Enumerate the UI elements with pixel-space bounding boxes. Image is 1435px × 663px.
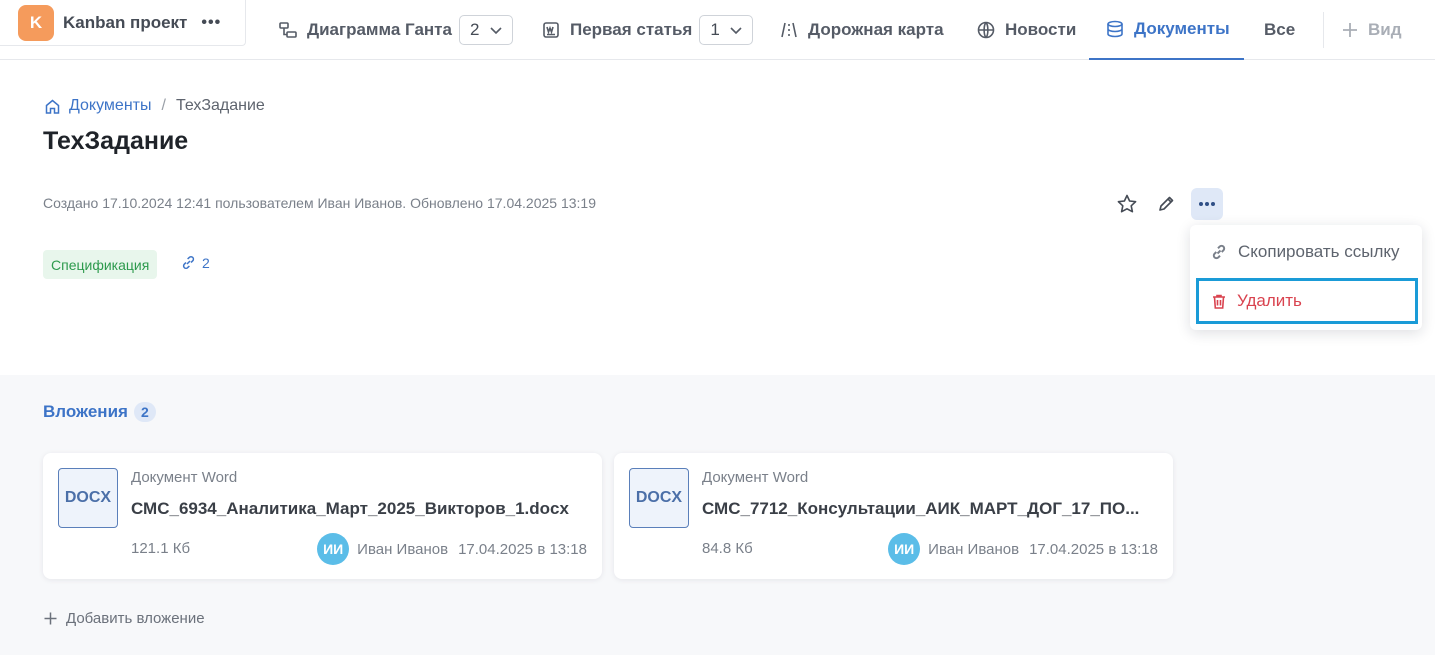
menu-item-label: Скопировать ссылку bbox=[1238, 242, 1400, 261]
docx-file-icon: DOCX bbox=[58, 468, 118, 528]
attachment-size: 121.1 Кб bbox=[131, 540, 191, 557]
attachments-header: Вложения 2 bbox=[43, 402, 156, 422]
tab-roadmap[interactable]: Дорожная карта bbox=[779, 0, 944, 60]
plus-icon bbox=[1343, 23, 1357, 37]
tab-label: Диаграмма Ганта bbox=[307, 20, 452, 39]
documents-icon bbox=[1107, 20, 1123, 38]
page-title: ТехЗадание bbox=[43, 127, 189, 155]
star-icon bbox=[1117, 194, 1137, 213]
tab-documents[interactable]: Документы bbox=[1089, 0, 1244, 60]
attachment-card[interactable]: DOCX Документ Word СМС_7712_Консультации… bbox=[614, 453, 1173, 579]
pencil-icon bbox=[1159, 196, 1174, 211]
uploader-name: Иван Иванов bbox=[928, 540, 1020, 558]
attachment-name[interactable]: СМС_7712_Консультации_АИК_МАРТ_ДОГ_17_ПО… bbox=[702, 499, 1160, 519]
attachment-type: Документ Word bbox=[131, 469, 238, 486]
attachment-type: Документ Word bbox=[702, 469, 809, 486]
uploader-name: Иван Иванов bbox=[357, 540, 449, 558]
attachment-size: 84.8 Кб bbox=[702, 540, 753, 557]
more-dots-icon bbox=[1199, 202, 1215, 206]
tab-label: Все bbox=[1264, 20, 1296, 39]
attachment-uploader: ИИ Иван Иванов 17.04.2025 в 13:18 bbox=[317, 533, 587, 565]
docx-file-icon: DOCX bbox=[629, 468, 689, 528]
breadcrumb-documents-link[interactable]: Документы bbox=[69, 97, 151, 115]
gantt-icon bbox=[279, 22, 297, 38]
home-icon bbox=[45, 99, 60, 114]
actions-dropdown: Скопировать ссылку Удалить bbox=[1190, 225, 1422, 330]
roadmap-icon bbox=[781, 22, 797, 38]
avatar: ИИ bbox=[888, 533, 921, 565]
add-attachment-label: Добавить вложение bbox=[66, 610, 205, 627]
tab-count: 2 bbox=[469, 20, 480, 39]
chevron-down-icon bbox=[730, 27, 742, 35]
more-actions-button[interactable] bbox=[1191, 188, 1223, 220]
document-meta: Создано 17.10.2024 12:41 пользователем И… bbox=[43, 195, 596, 211]
avatar: ИИ bbox=[317, 533, 350, 565]
project-avatar: K bbox=[18, 4, 54, 41]
favorite-button[interactable] bbox=[1114, 191, 1140, 217]
link-icon bbox=[182, 256, 195, 269]
article-icon bbox=[543, 22, 559, 38]
tab-all[interactable]: Все bbox=[1264, 0, 1295, 60]
tab-count-dropdown[interactable]: 1 bbox=[699, 15, 754, 45]
tab-count-dropdown[interactable]: 2 bbox=[458, 15, 513, 45]
attachment-name[interactable]: СМС_6934_Аналитика_Март_2025_Викторов_1.… bbox=[131, 499, 589, 519]
tab-news[interactable]: Новости bbox=[976, 0, 1076, 60]
breadcrumb-current: ТехЗадание bbox=[175, 97, 265, 114]
project-menu-button[interactable]: ••• bbox=[201, 14, 221, 32]
copy-link-menu-item[interactable]: Скопировать ссылку bbox=[1190, 229, 1422, 275]
linked-items[interactable]: 2 bbox=[180, 254, 210, 271]
add-attachment-button[interactable]: Добавить вложение bbox=[43, 610, 205, 627]
attachment-uploader: ИИ Иван Иванов 17.04.2025 в 13:18 bbox=[888, 533, 1158, 565]
divider bbox=[1323, 12, 1324, 48]
project-switcher[interactable]: K Kanban проект ••• bbox=[0, 0, 246, 46]
project-name: Kanban проект bbox=[63, 12, 188, 32]
tab-first-article[interactable]: Первая статья 1 bbox=[541, 0, 754, 60]
globe-icon bbox=[977, 21, 995, 39]
tab-gantt[interactable]: Диаграмма Ганта 2 bbox=[278, 0, 513, 60]
upload-date: 17.04.2025 в 13:18 bbox=[458, 540, 587, 558]
breadcrumb: Документы / ТехЗадание bbox=[44, 97, 265, 115]
breadcrumb-separator: / bbox=[161, 97, 166, 114]
chevron-down-icon bbox=[490, 27, 502, 35]
top-navigation: K Kanban проект ••• Диаграмма Ганта 2 Пе… bbox=[0, 0, 1435, 60]
plus-icon bbox=[44, 612, 57, 625]
delete-menu-item[interactable]: Удалить bbox=[1196, 278, 1418, 324]
tab-count: 1 bbox=[710, 20, 720, 39]
add-view-button[interactable]: Вид bbox=[1341, 0, 1402, 60]
upload-date: 17.04.2025 в 13:18 bbox=[1029, 540, 1158, 558]
tab-label: Документы bbox=[1134, 19, 1230, 38]
tab-label: Дорожная карта bbox=[808, 20, 944, 39]
trash-icon bbox=[1213, 294, 1225, 309]
tag-specification[interactable]: Спецификация bbox=[43, 250, 158, 279]
linked-items-count: 2 bbox=[202, 254, 210, 271]
attachment-card[interactable]: DOCX Документ Word СМС_6934_Аналитика_Ма… bbox=[43, 453, 602, 579]
menu-item-label: Удалить bbox=[1237, 291, 1302, 310]
tab-label: Вид bbox=[1368, 20, 1402, 39]
attachments-count: 2 bbox=[133, 402, 156, 422]
attachments-title: Вложения bbox=[43, 402, 128, 421]
tab-label: Новости bbox=[1005, 20, 1077, 39]
link-icon bbox=[1212, 244, 1226, 260]
edit-button[interactable] bbox=[1153, 191, 1179, 217]
tab-label: Первая статья bbox=[570, 20, 693, 39]
